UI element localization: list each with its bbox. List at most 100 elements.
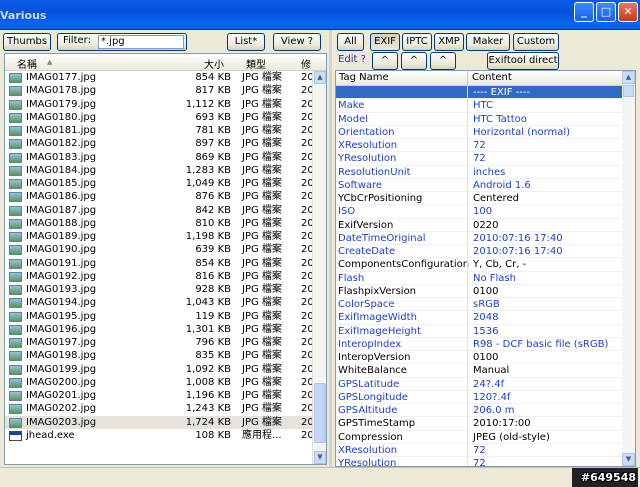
scroll-thumb[interactable] xyxy=(623,85,634,97)
tag-row[interactable]: YResolution 72 xyxy=(336,152,623,166)
tag-row[interactable]: ---- EXIF ---- xyxy=(336,86,623,100)
file-row[interactable]: IMAG0183.jpg 869 KB JPG 檔案 20 xyxy=(5,151,315,164)
file-row[interactable]: IMAG0190.jpg 639 KB JPG 檔案 20 xyxy=(5,243,315,256)
file-row[interactable]: IMAG0180.jpg 693 KB JPG 檔案 20 xyxy=(5,111,315,124)
file-row[interactable]: IMAG0181.jpg 781 KB JPG 檔案 20 xyxy=(5,124,315,137)
thumbs-button[interactable]: Thumbs xyxy=(3,33,51,51)
all-button[interactable]: All xyxy=(337,33,364,51)
file-list[interactable]: 名稱 ▲ 大小 類型 修 IMAG0177.jpg 854 KB JPG 檔案 20 I… xyxy=(4,53,327,465)
scroll-down-icon[interactable]: ▼ xyxy=(622,453,635,466)
file-row[interactable]: IMAG0179.jpg 1,112 KB JPG 檔案 20 xyxy=(5,98,315,111)
file-row[interactable]: IMAG0178.jpg 817 KB JPG 檔案 20 xyxy=(5,84,315,97)
exif-button[interactable]: EXIF xyxy=(370,33,400,51)
file-row[interactable]: IMAG0182.jpg 897 KB JPG 檔案 20 xyxy=(5,137,315,150)
tag-row[interactable]: YCbCrPositioning Centered xyxy=(336,192,623,206)
tag-row[interactable]: GPSLongitude 120?.4f xyxy=(336,390,623,404)
file-row[interactable]: IMAG0188.jpg 810 KB JPG 檔案 20 xyxy=(5,217,315,230)
tag-row[interactable]: ExifImageWidth 2048 xyxy=(336,311,623,325)
file-row[interactable]: IMAG0189.jpg 1,198 KB JPG 檔案 20 xyxy=(5,230,315,243)
tag-row[interactable]: InteropVersion 0100 xyxy=(336,351,623,365)
file-row[interactable]: IMAG0195.jpg 119 KB JPG 檔案 20 xyxy=(5,310,315,323)
custom-button[interactable]: Custom xyxy=(513,33,559,51)
maker-button[interactable]: Maker xyxy=(466,33,510,51)
file-row[interactable]: IMAG0193.jpg 928 KB JPG 檔案 20 xyxy=(5,283,315,296)
image-file-icon xyxy=(9,245,22,256)
tag-row[interactable]: Model HTC Tattoo xyxy=(336,112,623,126)
tag-row[interactable]: GPSAltitude 206.0 m xyxy=(336,404,623,418)
file-row[interactable]: IMAG0186.jpg 876 KB JPG 檔案 20 xyxy=(5,190,315,203)
tag-row[interactable]: ExifImageHeight 1536 xyxy=(336,324,623,338)
tag-row[interactable]: FlashpixVersion 0100 xyxy=(336,284,623,298)
scroll-up-icon[interactable]: ▲ xyxy=(314,71,326,84)
tag-row[interactable]: ComponentsConfiguration Y, Cb, Cr, - xyxy=(336,258,623,272)
file-row[interactable]: IMAG0198.jpg 835 KB JPG 檔案 20 xyxy=(5,349,315,362)
scroll-thumb[interactable] xyxy=(314,383,326,443)
exiftool-direct-button[interactable]: Exiftool direct xyxy=(487,52,559,70)
file-row[interactable]: IMAG0177.jpg 854 KB JPG 檔案 20 xyxy=(5,71,315,84)
scroll-up-icon[interactable]: ▲ xyxy=(622,71,635,84)
file-row[interactable]: IMAG0191.jpg 854 KB JPG 檔案 20 xyxy=(5,257,315,270)
nav-up-button-3[interactable]: ^ xyxy=(430,52,456,70)
tag-table-scrollbar[interactable]: ▲ ▼ xyxy=(622,71,635,466)
file-row[interactable]: IMAG0201.jpg 1,196 KB JPG 檔案 20 xyxy=(5,389,315,402)
column-size[interactable]: 大小 xyxy=(204,56,224,71)
file-list-scrollbar[interactable]: ▲ ▼ xyxy=(312,71,326,464)
tag-row[interactable]: InteropIndex R98 - DCF basic file (sRGB) xyxy=(336,337,623,351)
file-row[interactable]: jhead.exe 108 KB 應用程... 20 xyxy=(5,429,315,442)
list-button[interactable]: List* xyxy=(227,33,265,51)
tag-row[interactable]: DateTimeOriginal 2010:07:16 17:40 xyxy=(336,231,623,245)
edit-button[interactable]: Edit ? xyxy=(337,52,367,70)
file-row[interactable]: IMAG0203.jpg 1,724 KB JPG 檔案 20 xyxy=(5,415,315,429)
iptc-button[interactable]: IPTC xyxy=(402,33,432,51)
file-row[interactable]: IMAG0187.jpg 842 KB JPG 檔案 20 xyxy=(5,204,315,217)
file-row[interactable]: IMAG0192.jpg 816 KB JPG 檔案 20 xyxy=(5,270,315,283)
tag-row[interactable]: XResolution 72 xyxy=(336,139,623,153)
nav-up-button-2[interactable]: ^ xyxy=(401,52,427,70)
tag-name: ExifImageHeight xyxy=(338,325,421,337)
column-content[interactable]: Content xyxy=(472,72,512,83)
tag-row[interactable]: Software Android 1.6 xyxy=(336,178,623,192)
file-row[interactable]: IMAG0202.jpg 1,243 KB JPG 檔案 20 xyxy=(5,402,315,415)
file-row[interactable]: IMAG0197.jpg 796 KB JPG 檔案 20 xyxy=(5,336,315,349)
file-row[interactable]: IMAG0194.jpg 1,043 KB JPG 檔案 20 xyxy=(5,296,315,309)
file-size: 108 KB xyxy=(195,429,231,441)
file-type: JPG 檔案 xyxy=(242,72,282,83)
cell-separator xyxy=(467,86,468,99)
tag-row[interactable]: GPSTimeStamp 2010:17:00 xyxy=(336,417,623,431)
file-row[interactable]: IMAG0199.jpg 1,092 KB JPG 檔案 20 xyxy=(5,363,315,376)
pane-splitter[interactable] xyxy=(329,30,332,467)
xmp-button[interactable]: XMP xyxy=(434,33,464,51)
nav-up-button-1[interactable]: ^ xyxy=(372,52,398,70)
file-row[interactable]: IMAG0196.jpg 1,301 KB JPG 檔案 20 xyxy=(5,323,315,336)
tag-row[interactable]: CreateDate 2010:07:16 17:40 xyxy=(336,245,623,259)
close-icon[interactable]: ✕ xyxy=(618,2,638,22)
minimize-icon[interactable]: _ xyxy=(574,2,594,22)
tag-row[interactable]: ISO 100 xyxy=(336,205,623,219)
file-row[interactable]: IMAG0200.jpg 1,008 KB JPG 檔案 20 xyxy=(5,376,315,389)
scroll-down-icon[interactable]: ▼ xyxy=(314,451,326,464)
tag-name: XResolution xyxy=(338,140,398,151)
tag-row[interactable]: XResolution 72 xyxy=(336,443,623,457)
tag-row[interactable]: YResolution 72 xyxy=(336,457,623,466)
tag-row[interactable]: Orientation Horizontal (normal) xyxy=(336,125,623,139)
column-name[interactable]: 名稱 xyxy=(17,56,37,71)
file-row[interactable]: IMAG0185.jpg 1,049 KB JPG 檔案 20 xyxy=(5,177,315,190)
file-row[interactable]: IMAG0184.jpg 1,283 KB JPG 檔案 20 xyxy=(5,164,315,177)
tag-row[interactable]: GPSLatitude 24?.4f xyxy=(336,377,623,391)
column-tag-name[interactable]: Tag Name xyxy=(339,72,389,83)
filter-input[interactable]: *.jpg xyxy=(98,35,184,49)
tag-row[interactable]: WhiteBalance Manual xyxy=(336,364,623,378)
tag-row[interactable]: ColorSpace sRGB xyxy=(336,298,623,312)
maximize-icon[interactable]: □ xyxy=(596,2,616,22)
column-date[interactable]: 修 xyxy=(301,56,311,71)
tag-table[interactable]: Tag Name Content ---- EXIF ---- Make HTC Mo… xyxy=(335,70,636,467)
tag-name: YResolution xyxy=(338,153,397,165)
tag-row[interactable]: Make HTC xyxy=(336,99,623,113)
column-type[interactable]: 類型 xyxy=(246,56,266,71)
tag-row[interactable]: Compression JPEG (old-style) xyxy=(336,430,623,444)
file-type: JPG 檔案 xyxy=(242,323,282,335)
tag-row[interactable]: ExifVersion 0220 xyxy=(336,218,623,232)
tag-row[interactable]: Flash No Flash xyxy=(336,271,623,285)
view-button[interactable]: View ? xyxy=(273,33,321,51)
tag-row[interactable]: ResolutionUnit inches xyxy=(336,165,623,179)
